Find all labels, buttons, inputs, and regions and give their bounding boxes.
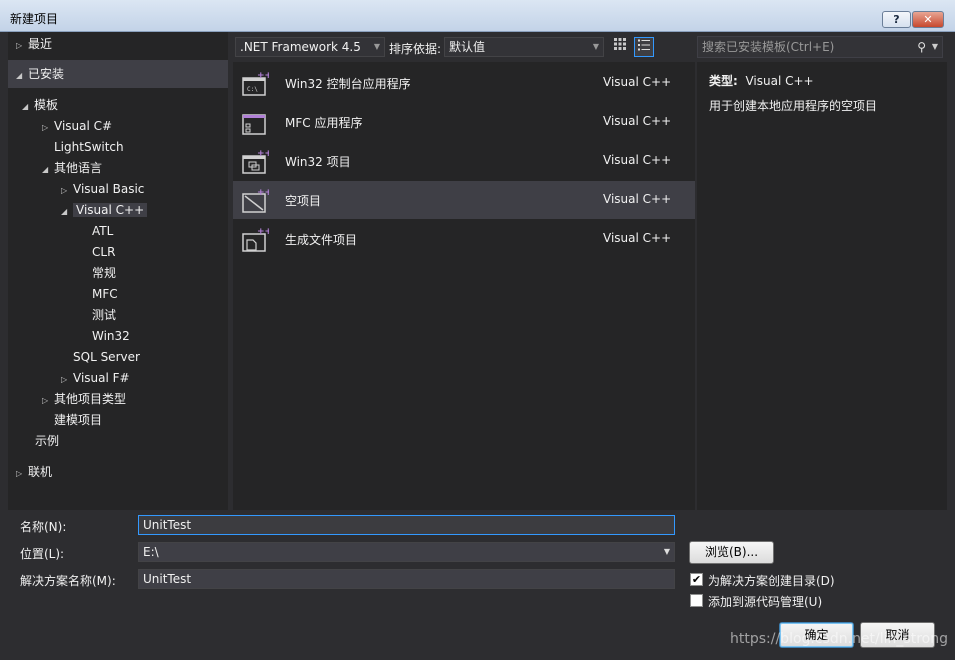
tree-item-visual-fsharp[interactable]: ▷ Visual F#	[61, 368, 130, 388]
console-app-icon: C:\ ++	[242, 71, 269, 96]
tree-item-recent[interactable]: ▷ 最近	[16, 34, 52, 54]
template-name: Win32 项目	[285, 155, 351, 169]
tree-item-online[interactable]: ▷ 联机	[16, 462, 52, 482]
project-name-input[interactable]: UnitTest	[138, 515, 675, 535]
chevron-right-icon: ▷	[16, 41, 23, 50]
template-row[interactable]: C:\ ++ Win32 控制台应用程序 Visual C++	[233, 64, 695, 102]
chevron-right-icon: ▷	[61, 186, 68, 195]
solution-name-label: 解决方案名称(M):	[20, 574, 116, 588]
tree-item-test[interactable]: 测试	[92, 305, 116, 325]
list-icon	[638, 39, 650, 51]
makefile-project-icon: ++	[242, 227, 269, 252]
tree-item-other-languages[interactable]: ◢ 其他语言	[42, 158, 102, 178]
watermark-text: https://blog.csdn.net/lin_strong	[730, 631, 948, 647]
tree-item-win32[interactable]: Win32	[92, 326, 130, 346]
dropdown-arrow-icon: ▼	[592, 42, 599, 51]
svg-text:++: ++	[257, 149, 269, 159]
title-bar: 新建项目 ? ✕	[0, 0, 955, 32]
tree-item-visual-csharp[interactable]: ▷ Visual C#	[42, 116, 112, 136]
tree-item-visual-basic[interactable]: ▷ Visual Basic	[61, 179, 144, 199]
window-title: 新建项目	[10, 12, 59, 26]
chevron-down-icon[interactable]: ▼	[932, 37, 938, 57]
svg-text:++: ++	[257, 227, 269, 237]
chevron-right-icon: ▷	[61, 375, 68, 384]
location-input[interactable]: E:\ ▼	[138, 542, 675, 562]
help-button[interactable]: ?	[882, 11, 911, 28]
template-description: 用于创建本地应用程序的空项目	[709, 99, 878, 113]
template-name: 空项目	[285, 194, 322, 208]
template-name: MFC 应用程序	[285, 116, 363, 130]
browse-button[interactable]: 浏览(B)...	[689, 541, 774, 564]
grid-icon	[614, 38, 626, 50]
name-label: 名称(N):	[20, 520, 67, 534]
chevron-right-icon: ▷	[42, 123, 49, 132]
template-name: 生成文件项目	[285, 233, 358, 247]
solution-name-input[interactable]: UnitTest	[138, 569, 675, 589]
tree-item-samples[interactable]: 示例	[35, 431, 59, 451]
framework-select[interactable]: .NET Framework 4.5 ▼	[235, 37, 385, 57]
template-language: Visual C++	[603, 192, 672, 206]
dropdown-arrow-icon[interactable]: ▼	[664, 543, 670, 561]
template-language: Visual C++	[603, 231, 672, 245]
template-search-input[interactable]: 搜索已安装模板(Ctrl+E) ⚲ ▼	[697, 36, 943, 58]
svg-text:++: ++	[257, 188, 269, 198]
template-details: 类型: Visual C++ 用于创建本地应用程序的空项目	[697, 62, 947, 510]
close-button[interactable]: ✕	[912, 11, 944, 28]
template-name: Win32 控制台应用程序	[285, 77, 411, 91]
add-source-control-checkbox[interactable]	[690, 594, 703, 607]
small-icons-view-button[interactable]	[610, 37, 630, 57]
chevron-down-icon: ◢	[42, 165, 49, 174]
checkmark-icon: ✔	[691, 573, 702, 586]
empty-project-icon: ++	[242, 188, 269, 213]
template-row[interactable]: ++ Win32 项目 Visual C++	[233, 142, 695, 180]
chevron-down-icon: ◢	[61, 207, 68, 216]
chevron-down-icon: ◢	[22, 102, 29, 111]
tree-item-templates[interactable]: ◢ 模板	[22, 95, 58, 115]
mfc-app-icon	[242, 114, 266, 135]
details-view-button[interactable]	[634, 37, 654, 57]
create-directory-label[interactable]: 为解决方案创建目录(D)	[708, 572, 835, 589]
tree-item-installed[interactable]: ◢ 已安装	[8, 60, 228, 88]
dropdown-arrow-icon: ▼	[373, 42, 380, 51]
svg-text:++: ++	[257, 71, 269, 81]
template-list: C:\ ++ Win32 控制台应用程序 Visual C++ MFC 应用程序…	[233, 62, 695, 510]
template-row[interactable]: MFC 应用程序 Visual C++	[233, 103, 695, 141]
location-label: 位置(L):	[20, 547, 65, 561]
template-row[interactable]: ++ 生成文件项目 Visual C++	[233, 220, 695, 258]
template-row[interactable]: ++ 空项目 Visual C++	[233, 181, 695, 219]
svg-text:C:\: C:\	[247, 86, 258, 93]
chevron-down-icon: ◢	[16, 71, 23, 80]
tree-item-sql-server[interactable]: SQL Server	[73, 347, 140, 367]
tree-item-lightswitch[interactable]: LightSwitch	[54, 137, 124, 157]
tree-item-mfc[interactable]: MFC	[92, 284, 118, 304]
tree-item-clr[interactable]: CLR	[92, 242, 115, 262]
sort-select[interactable]: 默认值 ▼	[444, 37, 604, 57]
template-tree: ▷ 最近 ◢ 已安装 ◢ 模板 ▷ Visual C# LightSwitch ◢ 其他语…	[8, 32, 228, 510]
create-directory-checkbox[interactable]: ✔	[690, 573, 703, 586]
tree-item-general[interactable]: 常规	[92, 263, 116, 283]
template-language: Visual C++	[603, 153, 672, 167]
template-language: Visual C++	[603, 114, 672, 128]
chevron-right-icon: ▷	[42, 396, 49, 405]
search-icon[interactable]: ⚲	[917, 37, 926, 57]
tree-item-modeling-projects[interactable]: 建模项目	[54, 410, 102, 430]
tree-item-atl[interactable]: ATL	[92, 221, 113, 241]
win32-project-icon: ++	[242, 149, 269, 174]
template-type: 类型: Visual C++	[709, 74, 814, 88]
sort-label: 排序依据:	[389, 42, 442, 56]
tree-item-other-project-types[interactable]: ▷ 其他项目类型	[42, 389, 126, 409]
tree-item-visual-cpp[interactable]: ◢ Visual C++	[61, 200, 148, 220]
template-language: Visual C++	[603, 75, 672, 89]
add-source-control-label[interactable]: 添加到源代码管理(U)	[708, 593, 822, 610]
chevron-right-icon: ▷	[16, 469, 23, 478]
